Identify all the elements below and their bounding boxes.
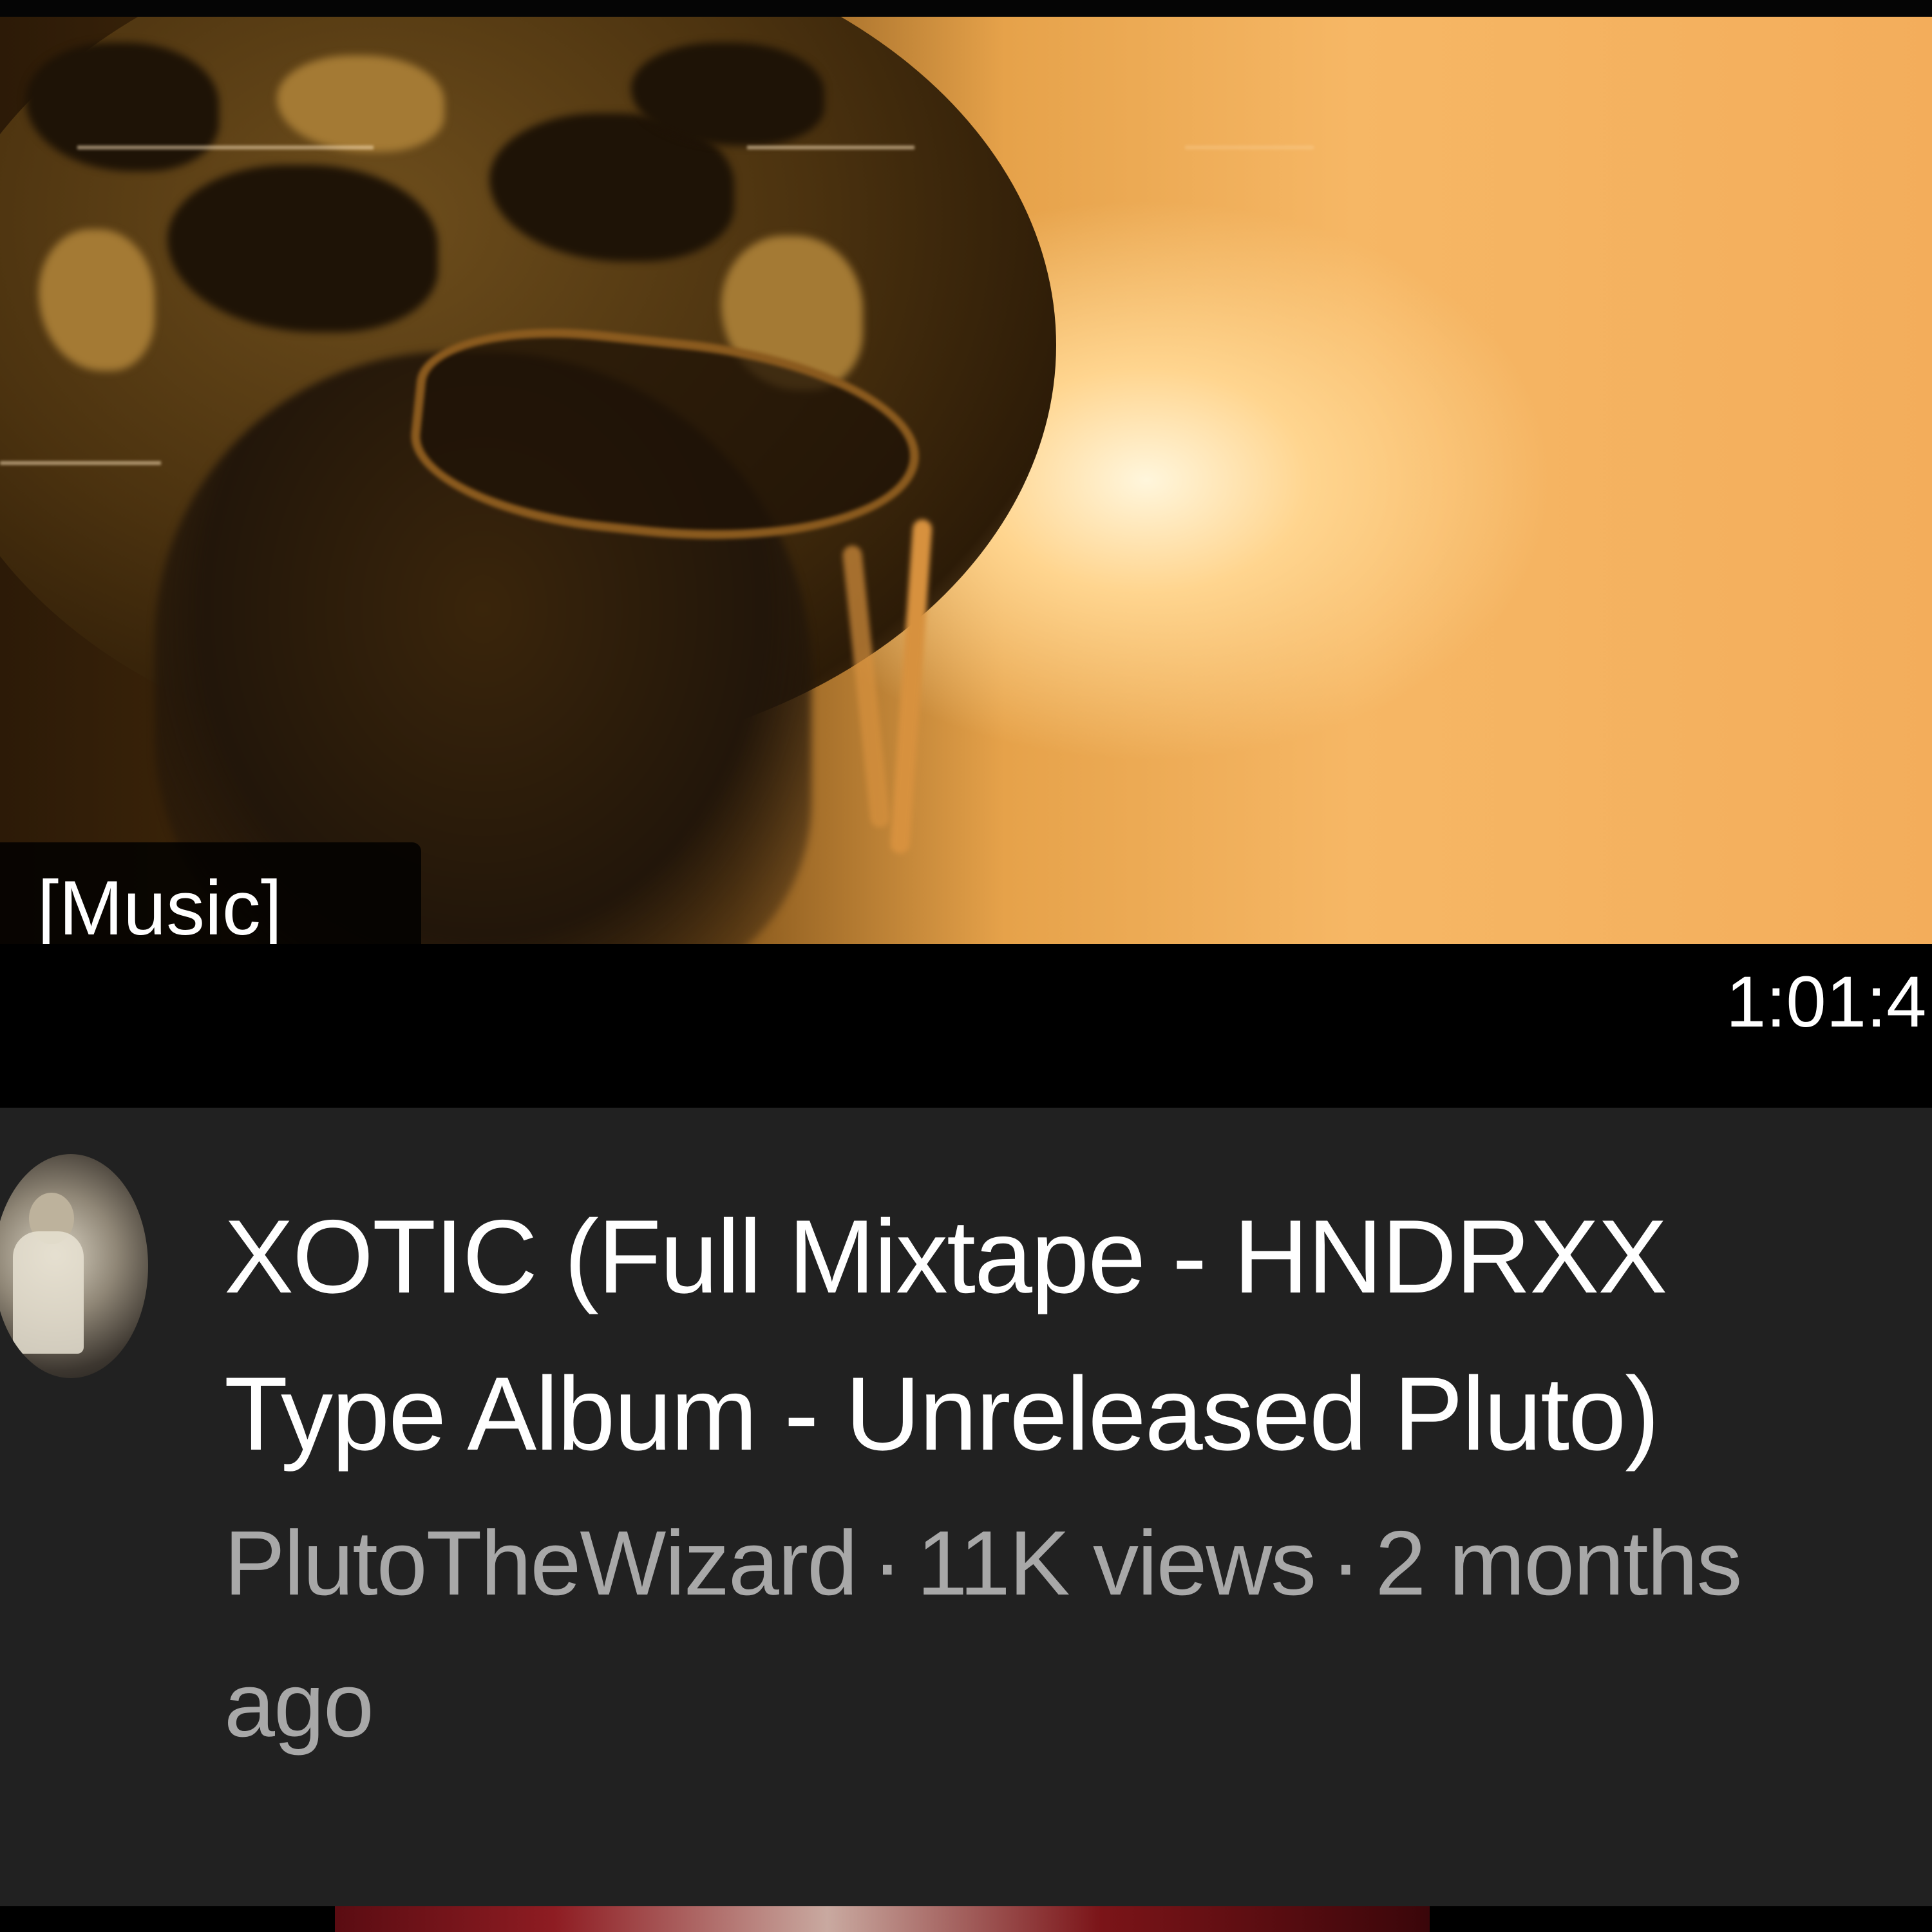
channel-name[interactable]: PlutoTheWizard [224, 1512, 858, 1615]
meta-separator: · [872, 1512, 902, 1615]
channel-avatar-icon[interactable] [0, 1154, 148, 1378]
thumbnail-scanline [0, 461, 161, 465]
top-edge [0, 0, 1932, 17]
duration-bar [0, 944, 1932, 1108]
view-count: 11K views [916, 1512, 1316, 1615]
video-title[interactable]: XOTIC (Full Mixtape - HNDRXX Type Album … [224, 1179, 1834, 1493]
video-caption: [Music] [37, 865, 283, 951]
meta-separator: · [1331, 1512, 1361, 1615]
next-video-thumbnail[interactable] [335, 1906, 1430, 1932]
thumbnail-scanline [1185, 146, 1314, 149]
video-metadata: PlutoTheWizard · 11K views · 2 months ago [224, 1493, 1847, 1776]
video-duration: 1:01:4 [1726, 961, 1927, 1042]
avatar-figure-body [13, 1231, 84, 1354]
thumbnail-scanline [77, 146, 374, 149]
next-video-strip [0, 1906, 1932, 1932]
thumbnail-scanline [747, 146, 914, 149]
video-thumbnail[interactable] [0, 17, 1932, 944]
